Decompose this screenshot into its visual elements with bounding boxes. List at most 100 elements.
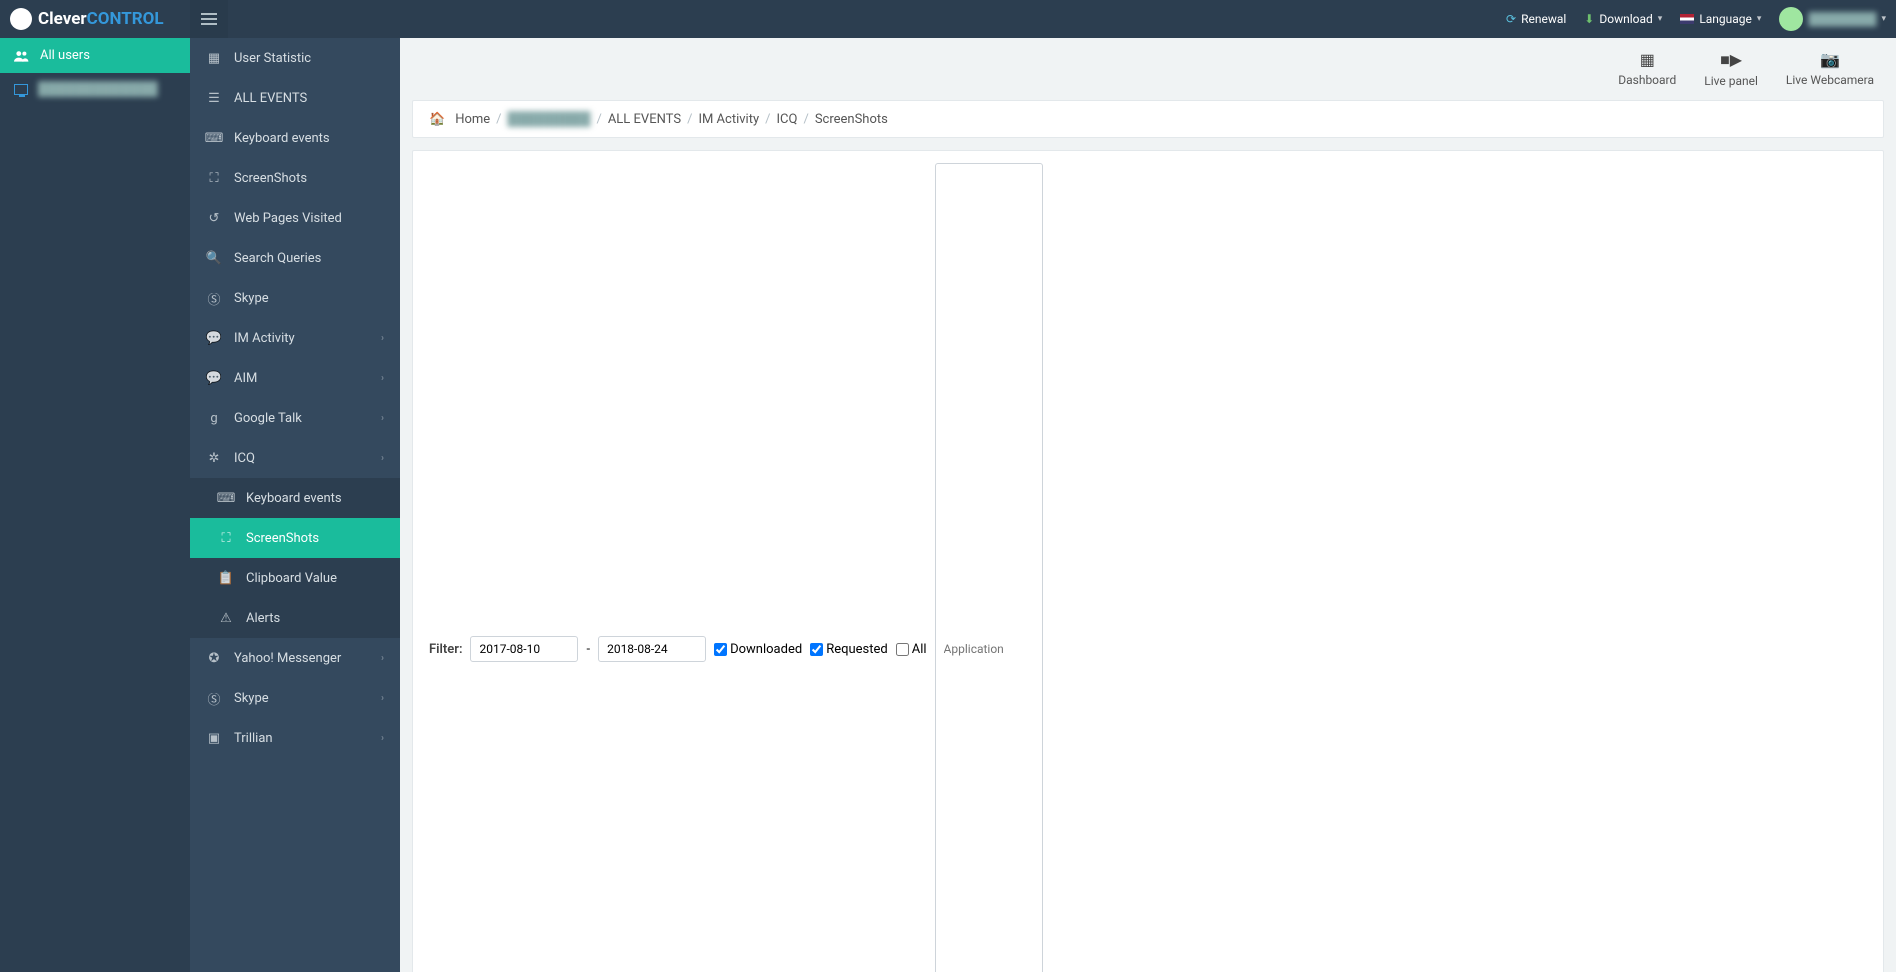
all-users-label: All users <box>40 48 90 63</box>
home-icon: 🏠 <box>429 112 445 127</box>
nav-keyboard-events[interactable]: ⌨Keyboard events <box>190 118 400 158</box>
sidebar-item-all-users[interactable]: All users <box>0 38 190 73</box>
dashboard-button[interactable]: ▦Dashboard <box>1618 50 1676 88</box>
keyboard-icon: ⌨ <box>206 130 222 146</box>
dashboard-icon: ▦ <box>1618 50 1676 69</box>
download-label: Download <box>1599 12 1652 26</box>
logo[interactable]: CleverCONTROL <box>0 8 190 30</box>
filter-label: Filter: <box>429 642 462 657</box>
google-icon: g <box>206 410 222 426</box>
username-blurred: ████████ <box>1808 12 1876 26</box>
list-icon: ☰ <box>206 90 222 106</box>
users-icon <box>14 50 30 62</box>
crumb-user-blurred: █████████ <box>508 111 591 127</box>
download-icon: ⬇ <box>1584 12 1594 26</box>
nav-icq-keyboard[interactable]: ⌨Keyboard events <box>190 478 400 518</box>
chat-icon: 💬 <box>206 370 222 386</box>
trillian-icon: ▣ <box>206 730 222 746</box>
nav-skype2[interactable]: ⓈSkype› <box>190 678 400 718</box>
camera-icon: 📷 <box>1786 50 1874 69</box>
nav-im-activity[interactable]: 💬IM Activity› <box>190 318 400 358</box>
user-menu[interactable]: ████████ ▾ <box>1779 7 1886 31</box>
fullscreen-icon: ⛶ <box>206 170 222 186</box>
nav-yahoo[interactable]: ✪Yahoo! Messenger› <box>190 638 400 678</box>
chevron-right-icon: › <box>381 653 384 664</box>
language-dropdown[interactable]: Language ▾ <box>1680 12 1761 26</box>
live-webcam-button[interactable]: 📷Live Webcamera <box>1786 50 1874 88</box>
nav-web-pages[interactable]: ↺Web Pages Visited <box>190 198 400 238</box>
crumb-all-events[interactable]: ALL EVENTS <box>608 112 681 127</box>
live-panel-button[interactable]: ■▶Live panel <box>1704 50 1758 88</box>
nav-trillian[interactable]: ▣Trillian› <box>190 718 400 758</box>
topbar: CleverCONTROL ⟳ Renewal ⬇ Download ▾ Lan… <box>0 0 1896 38</box>
main-top-actions: ▦Dashboard ■▶Live panel 📷Live Webcamera <box>400 38 1896 94</box>
app-root: CleverCONTROL ⟳ Renewal ⬇ Download ▾ Lan… <box>0 0 1896 972</box>
date-from-input[interactable] <box>470 636 578 662</box>
filter-bar: Filter: - Downloaded Requested All <box>412 150 1884 972</box>
nav-icq-screenshots[interactable]: ⛶ScreenShots <box>190 518 400 558</box>
nav-all-events[interactable]: ☰ALL EVENTS <box>190 78 400 118</box>
sidebar-events: ▦User Statistic ☰ALL EVENTS ⌨Keyboard ev… <box>190 38 400 972</box>
crumb-home[interactable]: Home <box>455 112 490 127</box>
skype-icon: Ⓢ <box>206 690 222 706</box>
history-icon: ↺ <box>206 210 222 226</box>
nav-user-statistic[interactable]: ▦User Statistic <box>190 38 400 78</box>
date-to-input[interactable] <box>598 636 706 662</box>
body: All users █████████████ ▦User Statistic … <box>0 38 1896 972</box>
requested-checkbox[interactable]: Requested <box>810 642 888 657</box>
breadcrumb: 🏠 Home / █████████ / ALL EVENTS / IM Act… <box>412 100 1884 138</box>
caret-icon: ▾ <box>1881 14 1886 24</box>
downloaded-checkbox[interactable]: Downloaded <box>714 642 802 657</box>
renewal-icon: ⟳ <box>1506 12 1516 26</box>
icq-icon: ✲ <box>206 450 222 466</box>
logo-text-2: CONTROL <box>87 9 164 29</box>
sidebar-item-computer[interactable]: █████████████ <box>0 73 190 105</box>
fullscreen-icon: ⛶ <box>218 530 234 546</box>
nav-aim[interactable]: 💬AIM› <box>190 358 400 398</box>
hamburger-icon <box>201 11 217 27</box>
yahoo-icon: ✪ <box>206 650 222 666</box>
crumb-current: ScreenShots <box>815 112 888 127</box>
chevron-right-icon: › <box>381 413 384 424</box>
sidebar-users: All users █████████████ <box>0 38 190 972</box>
search-icon: 🔍 <box>206 250 222 266</box>
caret-icon: ▾ <box>1658 14 1663 24</box>
menu-toggle[interactable] <box>190 0 228 38</box>
application-input[interactable] <box>935 163 1043 972</box>
chevron-right-icon: › <box>381 733 384 744</box>
logo-text-1: Clever <box>38 9 87 29</box>
nav-skype[interactable]: ⓈSkype <box>190 278 400 318</box>
nav-screenshots[interactable]: ⛶ScreenShots <box>190 158 400 198</box>
all-checkbox[interactable]: All <box>896 642 927 657</box>
topbar-right: ⟳ Renewal ⬇ Download ▾ Language ▾ ██████… <box>1506 7 1896 31</box>
keyboard-icon: ⌨ <box>218 490 234 506</box>
clipboard-icon: 📋 <box>218 570 234 586</box>
renewal-link[interactable]: ⟳ Renewal <box>1506 12 1566 26</box>
nav-icq-clipboard[interactable]: 📋Clipboard Value <box>190 558 400 598</box>
crumb-im-activity[interactable]: IM Activity <box>698 112 759 127</box>
caret-icon: ▾ <box>1757 14 1762 24</box>
alert-icon: ⚠ <box>218 610 234 626</box>
computer-name-blurred: █████████████ <box>38 81 158 97</box>
logo-icon <box>10 8 32 30</box>
main-content: ▦Dashboard ■▶Live panel 📷Live Webcamera … <box>400 38 1896 972</box>
chat-icon: 💬 <box>206 330 222 346</box>
skype-icon: Ⓢ <box>206 290 222 306</box>
avatar-icon <box>1779 7 1803 31</box>
language-label: Language <box>1699 12 1752 26</box>
nav-icq[interactable]: ✲ICQ› <box>190 438 400 478</box>
monitor-icon <box>14 84 28 95</box>
chevron-right-icon: › <box>381 333 384 344</box>
nav-google-talk[interactable]: gGoogle Talk› <box>190 398 400 438</box>
chevron-right-icon: › <box>381 453 384 464</box>
chevron-right-icon: › <box>381 693 384 704</box>
nav-icq-alerts[interactable]: ⚠Alerts <box>190 598 400 638</box>
video-icon: ■▶ <box>1704 50 1758 70</box>
nav-search-queries[interactable]: 🔍Search Queries <box>190 238 400 278</box>
grid-icon: ▦ <box>206 50 222 66</box>
chevron-right-icon: › <box>381 373 384 384</box>
flag-icon <box>1680 14 1694 24</box>
crumb-icq[interactable]: ICQ <box>776 112 797 127</box>
download-dropdown[interactable]: ⬇ Download ▾ <box>1584 12 1662 26</box>
renewal-label: Renewal <box>1521 12 1566 26</box>
